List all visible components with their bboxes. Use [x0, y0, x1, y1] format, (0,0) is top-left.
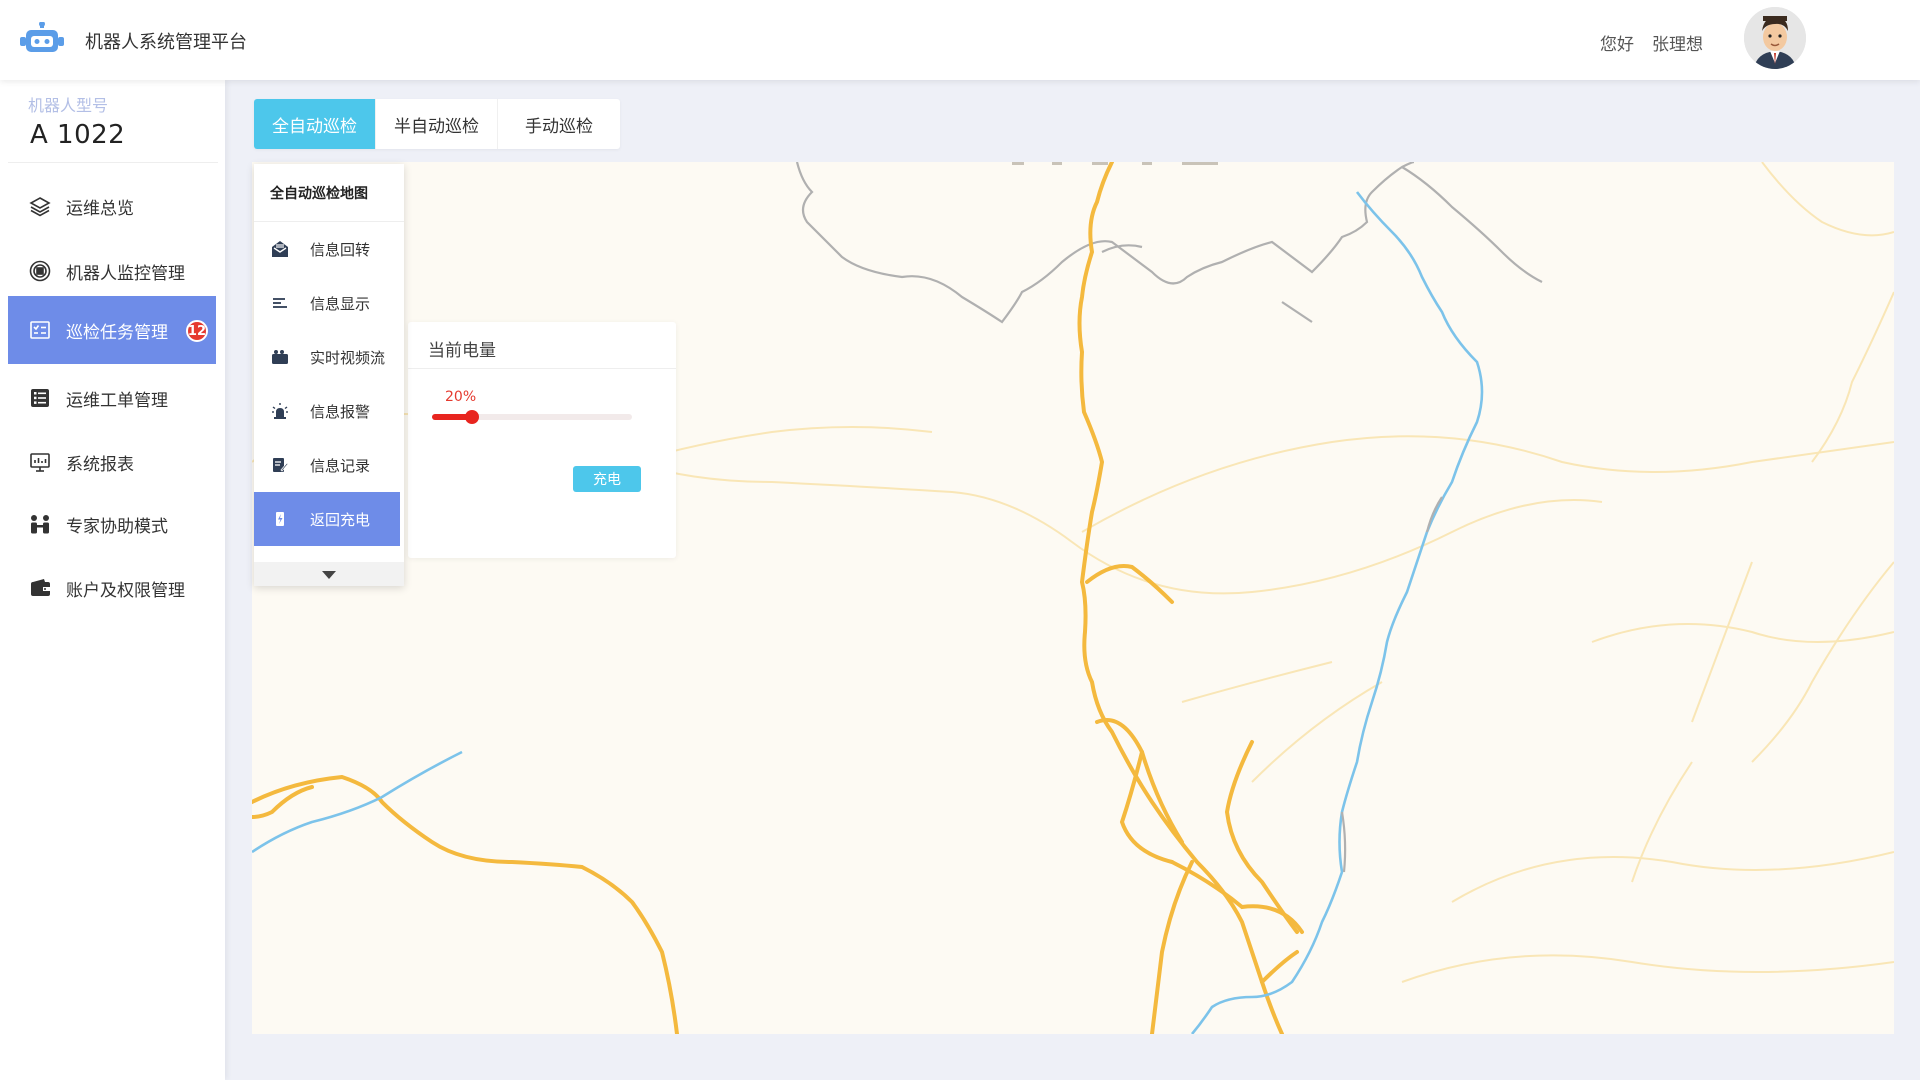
sidebar-item-label: 系统报表: [66, 454, 134, 475]
menu-item-info-return[interactable]: 信息回转: [254, 222, 404, 276]
map-menu-title: 全自动巡检地图: [254, 164, 404, 222]
sidebar: 机器人型号 A 1022 运维总览 机器人监控管理 巡检任务管理 12 运维工单…: [0, 80, 225, 1080]
map-menu: 全自动巡检地图 信息回转 信息显示 实时视频流 信息报警 信息记录 返回充电: [254, 164, 404, 586]
envelope-open-icon: [270, 239, 290, 259]
model-value: A 1022: [30, 120, 126, 150]
inspection-mode-tabs: 全自动巡检 半自动巡检 手动巡检: [254, 99, 620, 149]
menu-item-label: 实时视频流: [310, 348, 386, 367]
sidebar-item-label: 运维总览: [66, 198, 134, 219]
sidebar-item-label: 账户及权限管理: [66, 580, 185, 601]
battery-percent: 20%: [445, 389, 477, 405]
sidebar-item-label: 专家协助模式: [66, 516, 168, 537]
list-lines-icon: [270, 293, 290, 313]
map-canvas: [252, 162, 1894, 1034]
sidebar-item-robot-monitor[interactable]: 机器人监控管理: [8, 237, 216, 305]
menu-item-label: 信息报警: [310, 402, 371, 421]
battery-panel: 当前电量 20% 充电: [408, 322, 676, 558]
sidebar-item-label: 机器人监控管理: [66, 263, 185, 284]
model-label: 机器人型号: [28, 96, 109, 115]
expert-icon: [28, 512, 52, 536]
menu-item-live-video[interactable]: 实时视频流: [254, 330, 404, 384]
alarm-light-icon: [270, 401, 290, 421]
charge-button[interactable]: 充电: [573, 466, 641, 492]
menu-expand-toggle[interactable]: [254, 562, 404, 586]
tab-manual-inspection[interactable]: 手动巡检: [498, 99, 620, 149]
layers-icon: [28, 194, 52, 218]
user-avatar[interactable]: [1744, 7, 1806, 69]
battery-title: 当前电量: [428, 341, 496, 361]
caret-down-icon: [321, 565, 337, 584]
inspection-map[interactable]: [252, 162, 1894, 1034]
report-icon: [28, 450, 52, 474]
sidebar-item-ops-overview[interactable]: 运维总览: [8, 172, 216, 240]
battery-level-knob: [465, 410, 479, 424]
tab-full-auto-inspection[interactable]: 全自动巡检: [254, 99, 376, 149]
sidebar-item-label: 运维工单管理: [66, 390, 168, 411]
divider: [8, 162, 218, 163]
menu-item-info-display[interactable]: 信息显示: [254, 276, 404, 330]
menu-item-info-record[interactable]: 信息记录: [254, 438, 404, 492]
menu-item-label: 信息显示: [310, 294, 371, 313]
notification-badge: 12: [185, 320, 208, 342]
sidebar-item-system-reports[interactable]: 系统报表: [8, 428, 216, 496]
username-link[interactable]: 张理想: [1652, 30, 1703, 55]
monitor-circle-icon: [28, 259, 52, 283]
top-header: 机器人系统管理平台 您好 张理想: [0, 0, 1920, 80]
menu-item-return-charge[interactable]: 返回充电: [254, 492, 400, 546]
menu-item-label: 返回充电: [310, 510, 371, 529]
task-list-icon: [28, 318, 52, 342]
edit-note-icon: [270, 455, 290, 475]
work-order-icon: [28, 386, 52, 410]
wallet-icon: [28, 576, 52, 600]
sidebar-item-work-orders[interactable]: 运维工单管理: [8, 364, 216, 432]
menu-item-label: 信息记录: [310, 456, 371, 475]
sidebar-item-inspection-tasks[interactable]: 巡检任务管理 12: [8, 296, 216, 364]
menu-item-label: 信息回转: [310, 240, 371, 259]
greeting-text: 您好: [1600, 35, 1634, 55]
menu-item-info-alarm[interactable]: 信息报警: [254, 384, 404, 438]
video-camera-icon: [270, 347, 290, 367]
tab-semi-auto-inspection[interactable]: 半自动巡检: [376, 99, 498, 149]
battery-level-bar: [432, 410, 632, 424]
app-title: 机器人系统管理平台: [85, 32, 247, 53]
sidebar-item-label: 巡检任务管理: [66, 322, 168, 343]
divider: [408, 368, 676, 369]
battery-charge-icon: [270, 509, 290, 529]
robot-logo-icon: [20, 21, 64, 58]
sidebar-item-expert-assist[interactable]: 专家协助模式: [8, 490, 216, 558]
sidebar-item-accounts-permissions[interactable]: 账户及权限管理: [8, 554, 216, 622]
